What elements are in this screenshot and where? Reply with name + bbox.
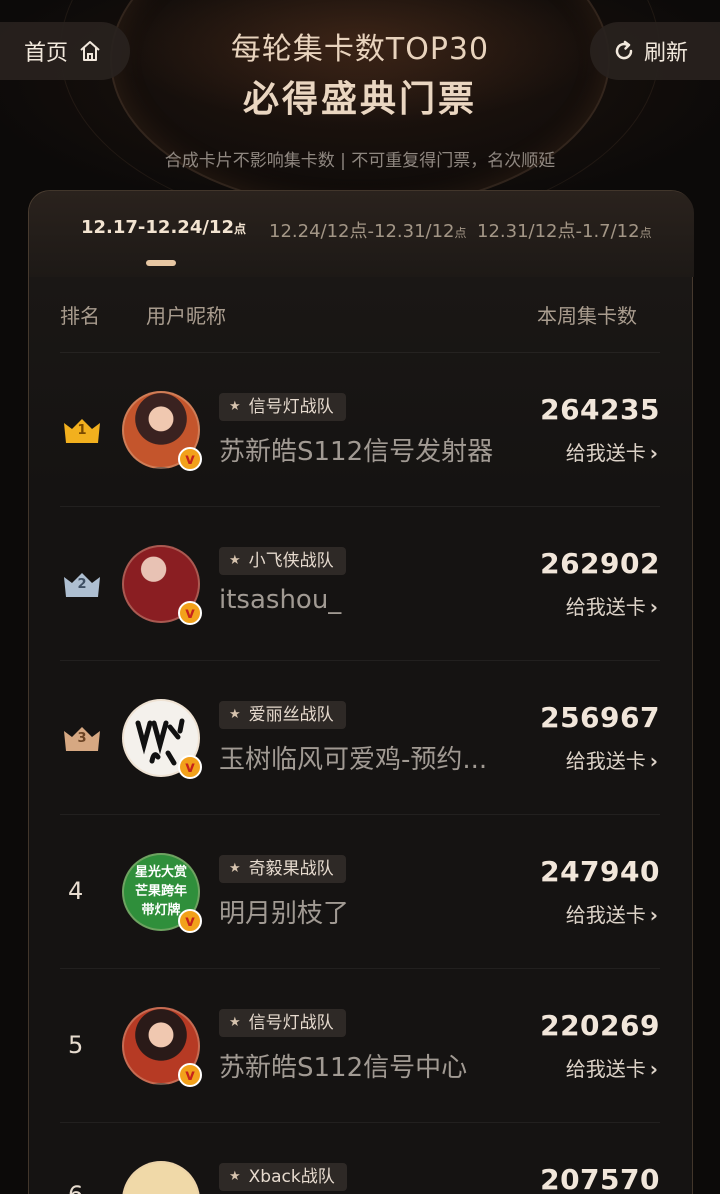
table-row[interactable]: 5 v ★ 信号灯战队 苏新皓S112信号中心 220269 给我送卡 › [60, 968, 660, 1122]
tab-week-2[interactable]: 12.24/12点-12.31/12点 [269, 217, 467, 243]
verified-v-icon: v [178, 909, 202, 933]
give-card-button[interactable]: 给我送卡 › [566, 899, 658, 928]
table-row[interactable]: 4 星光大赏 芒果跨年 带灯牌 v ★ 奇毅果战队 明月别枝了 247940 给我… [60, 814, 660, 968]
star-icon: ★ [229, 1169, 241, 1184]
star-icon: ★ [229, 399, 241, 414]
star-icon: ★ [229, 861, 241, 876]
card-count: 264235 [540, 393, 660, 426]
team-tag: ★ 爱丽丝战队 [219, 701, 346, 729]
team-tag: ★ 小飞侠战队 [219, 547, 346, 575]
tab-week-3[interactable]: 12.31/12点-1.7/12点 [477, 217, 652, 243]
table-row[interactable]: 6 ★Xback战队 207570 [60, 1122, 660, 1194]
week-tabs: 12.17-12.24/12点 12.24/12点-12.31/12点 12.3… [29, 191, 694, 277]
rank-number: 4 [68, 877, 84, 905]
table-row[interactable]: 2 v ★ 小飞侠战队 itsashou_ 262902 给我送卡 › [60, 506, 660, 660]
column-nickname: 用户昵称 [146, 304, 226, 328]
crown-icon: 3 [62, 723, 102, 757]
crown-icon: 1 [62, 415, 102, 449]
user-nickname: 玉树临风可爱鸡-预约... [219, 745, 488, 775]
column-rank: 排名 [60, 304, 100, 328]
page-title-sub: 必得盛典门票 [242, 79, 477, 120]
table-row[interactable]: 3 v ★ 爱丽丝战队 玉树临风可爱鸡-预约... 256967 给我送卡 › [60, 660, 660, 814]
card-count: 220269 [540, 1009, 660, 1042]
active-tab-indicator [146, 260, 176, 266]
user-nickname: 苏新皓S112信号中心 [219, 1053, 468, 1083]
card-count: 247940 [540, 855, 660, 888]
give-card-button[interactable]: 给我送卡 › [566, 437, 658, 466]
column-count: 本周集卡数 [537, 304, 637, 328]
tab-week-1[interactable]: 12.17-12.24/12点 [81, 217, 246, 238]
give-card-button[interactable]: 给我送卡 › [566, 591, 658, 620]
give-card-button[interactable]: 给我送卡 › [566, 745, 658, 774]
chevron-right-icon: › [649, 1057, 658, 1081]
verified-v-icon: v [178, 601, 202, 625]
star-icon: ★ [229, 707, 241, 722]
star-icon: ★ [229, 553, 241, 568]
chevron-right-icon: › [649, 903, 658, 927]
user-nickname: itsashou_ [219, 585, 342, 615]
star-icon: ★ [229, 1015, 241, 1030]
user-nickname: 苏新皓S112信号发射器 [219, 437, 494, 467]
page-title: 每轮集卡数TOP30 [230, 32, 490, 67]
chevron-right-icon: › [649, 441, 658, 465]
team-tag: ★ Xback战队 [219, 1163, 347, 1191]
team-tag: ★ 奇毅果战队 [219, 855, 346, 883]
give-card-button[interactable]: 给我送卡 › [566, 1053, 658, 1082]
verified-v-icon: v [178, 755, 202, 779]
chevron-right-icon: › [649, 595, 658, 619]
rank-number: 6 [68, 1181, 83, 1194]
verified-v-icon: v [178, 1063, 202, 1087]
card-count: 207570 [540, 1163, 660, 1194]
rule-note: 合成卡片不影响集卡数 | 不可重复得门票，名次顺延 [164, 151, 556, 171]
avatar[interactable] [122, 1161, 200, 1194]
rank-number: 5 [68, 1031, 84, 1059]
crown-icon: 2 [62, 569, 102, 603]
team-tag: ★ 信号灯战队 [219, 393, 346, 421]
chevron-right-icon: › [649, 749, 658, 773]
card-count: 256967 [540, 701, 660, 734]
team-tag: ★ 信号灯战队 [219, 1009, 346, 1037]
card-count: 262902 [540, 547, 660, 580]
table-row[interactable]: 1 v ★ 信号灯战队 苏新皓S112信号发射器 264235 给我送卡 › [60, 352, 660, 506]
verified-v-icon: v [178, 447, 202, 471]
user-nickname: 明月别枝了 [219, 899, 350, 929]
